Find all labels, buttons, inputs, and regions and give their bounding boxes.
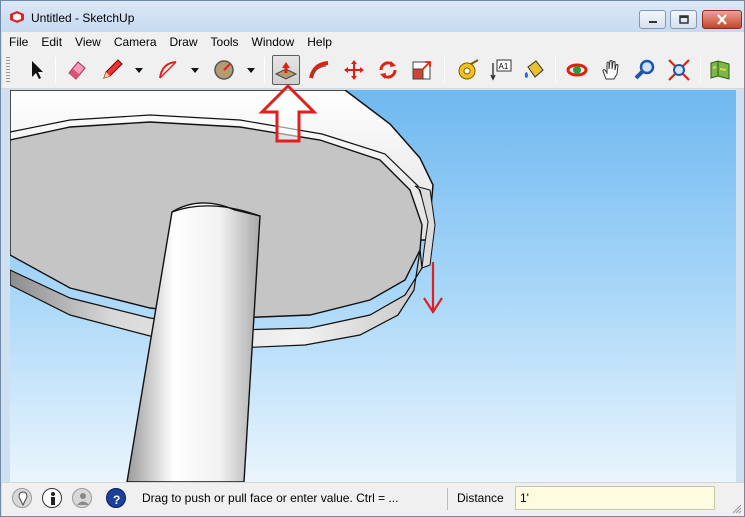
move-tool-button[interactable]: [340, 55, 368, 85]
3d-viewport[interactable]: [10, 90, 736, 482]
tape-measure-tool-button[interactable]: [454, 55, 482, 85]
line-tool-dropdown-icon[interactable]: [134, 64, 144, 76]
pan-tool-button[interactable]: [597, 55, 625, 85]
arc-icon: [159, 61, 177, 79]
status-separator: [447, 488, 448, 510]
menu-help[interactable]: Help: [307, 35, 332, 49]
sketchup-window: Untitled - SketchUp File Edit View Camer…: [0, 0, 745, 517]
main-toolbar: A1: [2, 51, 744, 89]
push-pull-tool-button[interactable]: [272, 55, 300, 85]
toolbar-grip[interactable]: [6, 57, 10, 83]
pull-direction-arrow-annotation: [423, 262, 443, 315]
measurements-label: Distance: [457, 491, 504, 505]
minimize-icon: [648, 20, 657, 23]
toolbar-separator: [264, 57, 265, 83]
follow-me-tool-button[interactable]: [306, 55, 334, 85]
eraser-icon: [68, 61, 86, 80]
status-hint-text: Drag to push or pull face or enter value…: [142, 491, 399, 505]
scale-icon: [412, 61, 431, 80]
eraser-tool-button[interactable]: [63, 55, 91, 85]
move-icon: [344, 60, 364, 80]
tape-measure-icon: [458, 59, 479, 80]
menu-edit[interactable]: Edit: [41, 35, 62, 49]
rotate-tool-button[interactable]: [374, 55, 402, 85]
orbit-tool-button[interactable]: [563, 55, 591, 85]
account-sign-in-icon[interactable]: [72, 488, 92, 508]
tool-highlight-arrow-annotation: [258, 84, 318, 143]
help-icon[interactable]: ?: [106, 488, 126, 508]
zoom-extents-tool-button[interactable]: [665, 55, 693, 85]
menu-camera[interactable]: Camera: [114, 35, 157, 49]
menu-draw[interactable]: Draw: [170, 35, 198, 49]
close-button[interactable]: [702, 10, 742, 29]
minimize-button[interactable]: [639, 10, 666, 29]
toolbar-separator: [444, 57, 445, 83]
scale-tool-button[interactable]: [408, 55, 436, 85]
select-tool-button[interactable]: [22, 55, 50, 85]
toolbar-separator: [55, 57, 56, 83]
measurements-input[interactable]: [515, 486, 715, 510]
credits-info-icon[interactable]: [42, 488, 62, 508]
magnifier-icon: [634, 59, 655, 80]
paint-bucket-tool-button[interactable]: [520, 55, 548, 85]
push-pull-icon: [274, 62, 298, 80]
pencil-icon: [103, 59, 123, 79]
follow-me-icon: [309, 61, 329, 79]
line-tool-button[interactable]: [98, 55, 126, 85]
menu-file[interactable]: File: [9, 35, 28, 49]
svg-text:?: ?: [113, 493, 120, 507]
zoom-extents-icon: [668, 59, 690, 81]
geo-location-icon[interactable]: [12, 488, 32, 508]
arc-tool-dropdown-icon[interactable]: [190, 64, 200, 76]
arrow-cursor-icon: [32, 61, 43, 79]
text-tool-button[interactable]: A1: [487, 55, 515, 85]
3d-warehouse-button[interactable]: [706, 55, 734, 85]
status-bar: ? Drag to push or pull face or enter val…: [2, 482, 744, 516]
shapes-tool-button[interactable]: [210, 55, 238, 85]
paint-bucket-icon: [524, 60, 544, 78]
menu-tools[interactable]: Tools: [211, 35, 239, 49]
maximize-button[interactable]: [670, 10, 697, 29]
model-scene: [10, 90, 443, 482]
hand-icon: [602, 60, 619, 80]
resize-grip-icon[interactable]: [732, 504, 742, 514]
orbit-icon: [566, 63, 588, 77]
menu-window[interactable]: Window: [252, 35, 295, 49]
arc-tool-button[interactable]: [154, 55, 182, 85]
3d-warehouse-icon: [710, 60, 730, 80]
rotate-icon: [379, 61, 397, 79]
text-tool-label: A1: [499, 62, 509, 71]
toolbar-separator: [700, 57, 701, 83]
text-label-icon: A1: [490, 59, 512, 81]
sketchup-logo-icon: [10, 11, 24, 23]
toolbar-separator: [555, 57, 556, 83]
menu-bar: File Edit View Camera Draw Tools Window …: [2, 32, 744, 51]
close-icon: [717, 14, 727, 25]
title-bar[interactable]: Untitled - SketchUp: [1, 1, 744, 32]
menu-view[interactable]: View: [75, 35, 101, 49]
circle-shape-icon: [214, 60, 234, 80]
zoom-tool-button[interactable]: [631, 55, 659, 85]
maximize-icon: [678, 15, 689, 24]
window-title: Untitled - SketchUp: [31, 11, 135, 25]
shapes-tool-dropdown-icon[interactable]: [246, 64, 256, 76]
